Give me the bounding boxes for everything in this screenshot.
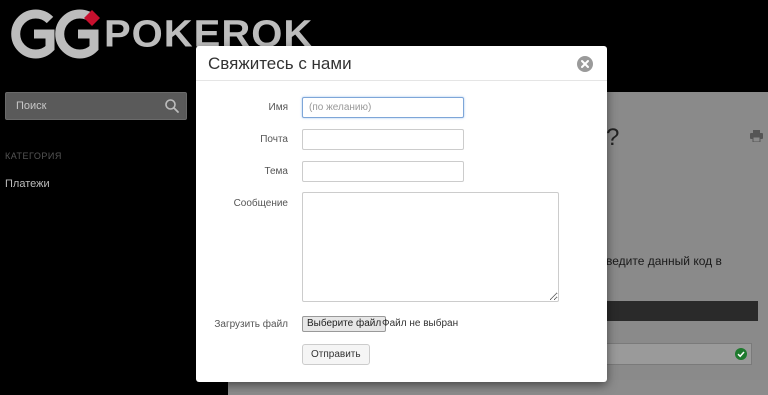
message-textarea[interactable] — [302, 192, 559, 302]
email-label: Почта — [260, 134, 288, 145]
name-label: Имя — [268, 102, 288, 113]
submit-button[interactable]: Отправить — [302, 344, 370, 365]
close-icon — [581, 60, 589, 68]
close-button[interactable] — [577, 56, 593, 72]
modal-title: Свяжитесь с нами — [208, 54, 352, 73]
file-upload-label: Загрузить файл — [214, 319, 288, 330]
subject-field[interactable] — [302, 161, 464, 182]
email-field[interactable] — [302, 129, 464, 150]
page: POKEROK КАТЕГОРИЯ Платежи ? ведите данны… — [0, 0, 768, 395]
name-field[interactable] — [302, 97, 464, 118]
choose-file-button[interactable]: Выберите файл — [302, 316, 387, 332]
subject-label: Тема — [264, 166, 288, 177]
message-label: Сообщение — [233, 198, 288, 209]
file-status-text: Файл не выбран — [382, 318, 459, 329]
contact-modal: Свяжитесь с нами Имя Почта Тема Сообщени… — [196, 46, 607, 382]
modal-header: Свяжитесь с нами — [196, 46, 607, 81]
